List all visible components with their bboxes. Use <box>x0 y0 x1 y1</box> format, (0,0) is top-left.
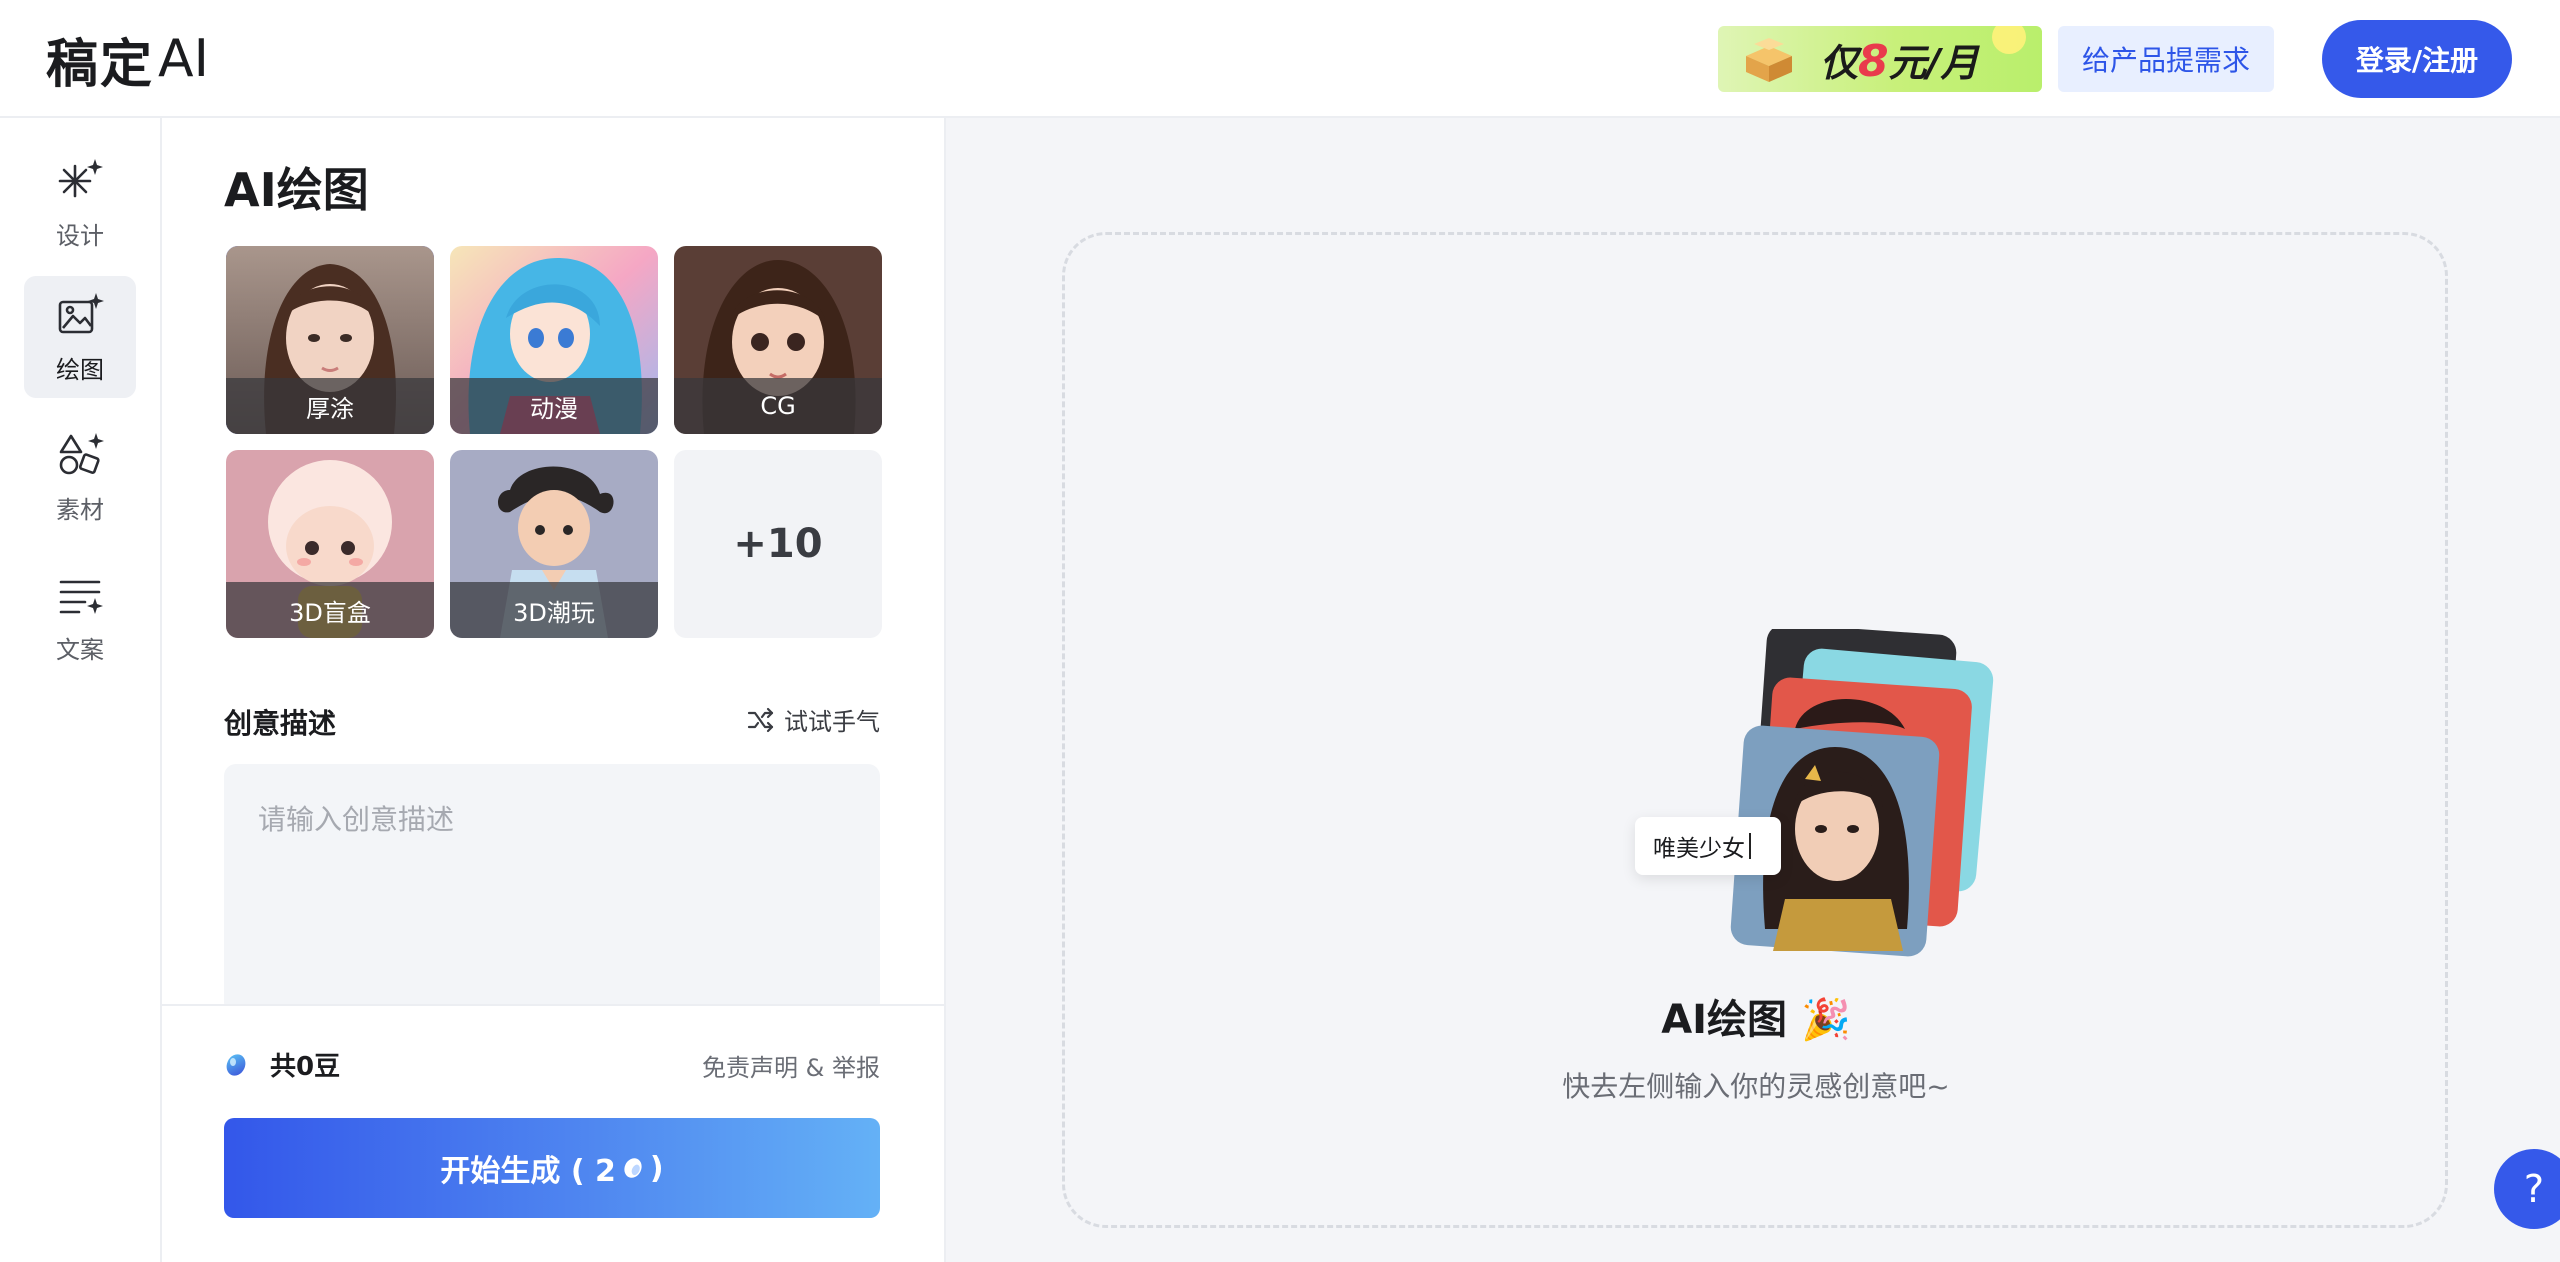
try-luck-label: 试试手气 <box>784 708 880 736</box>
sidebar-item-assets[interactable]: 素材 <box>24 416 136 538</box>
prompt-chip: 唯美少女 <box>1635 817 1781 875</box>
shuffle-icon <box>747 707 774 732</box>
membership-promo-banner[interactable]: 仅8元/月 <box>1718 26 2042 92</box>
top-header: 稿定 AI 仅8元/月 给产品提需求 登录/注册 <box>0 0 2560 118</box>
generate-label: 开始生成 ( 2 <box>440 1154 616 1189</box>
style-card-3d-trendy-toy[interactable]: 3D潮玩 <box>450 450 658 638</box>
description-input[interactable] <box>224 764 880 1014</box>
logo-ai-text: AI <box>158 29 209 89</box>
more-styles-button[interactable]: +10 <box>674 450 882 638</box>
sidebar-item-label: 素材 <box>56 495 104 524</box>
sample-images-illustration <box>1730 629 1994 957</box>
description-label: 创意描述 <box>224 707 337 740</box>
magic-sparkle-icon <box>58 158 103 197</box>
preview-area: 唯美少女 AI绘图 🎉 快去左侧输入你的灵感创意吧~ ? <box>946 118 2560 1262</box>
sidebar-item-label: 绘图 <box>56 355 104 384</box>
drawing-control-panel: AI绘图 厚涂 动漫 CG 3D盲盒 3D潮玩 +10 创意描述 试试手气 请输… <box>162 118 946 1262</box>
beans-balance: 共0豆 <box>224 1046 340 1083</box>
preview-subtitle: 快去左侧输入你的灵感创意吧~ <box>1562 1070 1950 1103</box>
image-sparkle-icon <box>58 292 104 333</box>
try-luck-button[interactable]: 试试手气 <box>746 702 880 737</box>
sample-image-stack: 唯美少女 <box>1635 629 2015 959</box>
promo-sun-decoration <box>1992 26 2026 54</box>
generate-suffix: ) <box>649 1150 664 1186</box>
panel-footer: 共0豆 免责声明 & 举报 开始生成 ( 2 ) <box>162 1004 944 1262</box>
bean-icon <box>624 1158 642 1178</box>
disclaimer-report-link[interactable]: 免责声明 & 举报 <box>702 1048 880 1083</box>
style-card-label: 3D盲盒 <box>226 582 434 638</box>
style-card-cg[interactable]: CG <box>674 246 882 434</box>
logo[interactable]: 稿定 AI <box>46 28 209 95</box>
promo-text: 仅8元/月 <box>1820 35 1979 87</box>
feedback-button[interactable]: 给产品提需求 <box>2058 26 2274 92</box>
login-register-button[interactable]: 登录/注册 <box>2322 20 2512 98</box>
generate-button[interactable]: 开始生成 ( 2 ) <box>224 1118 880 1218</box>
logo-text: 稿定 <box>46 34 155 95</box>
preview-title: AI绘图 🎉 <box>1661 997 1851 1043</box>
sidebar-item-design[interactable]: 设计 <box>24 142 136 264</box>
style-card-label: 厚涂 <box>226 378 434 434</box>
style-card-3d-blindbox[interactable]: 3D盲盒 <box>226 450 434 638</box>
style-card-label: 动漫 <box>450 378 658 434</box>
sidebar-item-copywriting[interactable]: 文案 <box>24 556 136 678</box>
result-placeholder: 唯美少女 AI绘图 🎉 快去左侧输入你的灵感创意吧~ <box>1062 232 2448 1228</box>
sidebar-item-drawing[interactable]: 绘图 <box>24 276 136 398</box>
text-caret <box>1749 833 1751 859</box>
shapes-sparkle-icon <box>59 432 104 474</box>
help-button[interactable]: ? <box>2494 1149 2560 1229</box>
text-sparkle-icon <box>59 580 103 614</box>
style-card-label: CG <box>674 378 882 434</box>
style-card-thick-paint[interactable]: 厚涂 <box>226 246 434 434</box>
sidebar-nav: 设计 绘图 素材 文案 <box>0 118 162 1262</box>
gift-box-icon <box>1746 38 1792 82</box>
bean-icon <box>226 1053 246 1076</box>
beans-count: 共0豆 <box>270 1052 341 1082</box>
sidebar-item-label: 设计 <box>56 221 104 250</box>
page-title: AI绘图 <box>224 163 369 217</box>
style-card-label: 3D潮玩 <box>450 582 658 638</box>
sidebar-item-label: 文案 <box>56 635 104 664</box>
style-card-anime[interactable]: 动漫 <box>450 246 658 434</box>
